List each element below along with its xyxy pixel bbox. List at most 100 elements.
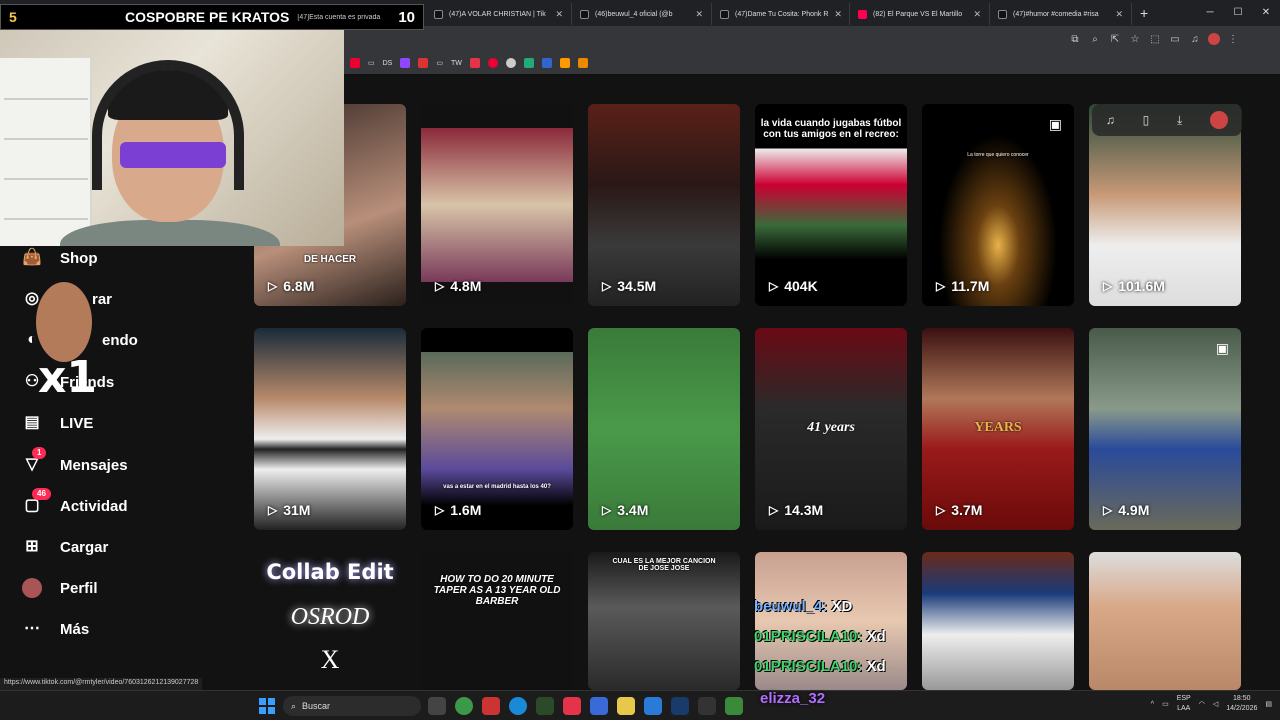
- video-card[interactable]: vas a estar en el madrid hasta los 40? ▷…: [421, 328, 573, 530]
- steam-icon[interactable]: [671, 697, 689, 715]
- app-icon[interactable]: [698, 697, 716, 715]
- bookmark-icon[interactable]: [541, 58, 552, 68]
- video-card[interactable]: HOW TO DO 20 MINUTE TAPER AS A 13 YEAR O…: [421, 552, 573, 690]
- language-indicator[interactable]: ESP LAA: [1177, 694, 1191, 714]
- sidebar-item-more[interactable]: ⋯ Más: [22, 619, 89, 639]
- close-icon[interactable]: ✕: [1115, 9, 1123, 20]
- view-count: ▷ 11.7M: [936, 278, 990, 294]
- sidebar-item-activity[interactable]: ▢ 46 Actividad: [22, 488, 128, 516]
- clock[interactable]: 18:50 14/2/2026: [1226, 694, 1257, 714]
- sidebar-item-live[interactable]: ▤ LIVE: [22, 413, 93, 433]
- view-count: ▷ 6.8M: [268, 278, 315, 294]
- translate-icon[interactable]: ⧉: [1068, 34, 1082, 45]
- bookmark-icon[interactable]: [577, 58, 588, 68]
- browser-tab[interactable]: (47)#humor #comedia #risa ✕: [990, 3, 1132, 25]
- bookmark-ds[interactable]: DS: [383, 60, 393, 67]
- close-icon[interactable]: ✕: [555, 9, 563, 20]
- app-icon[interactable]: [590, 697, 608, 715]
- chrome-icon[interactable]: [455, 697, 473, 715]
- app-icon[interactable]: [536, 697, 554, 715]
- taskbar-search[interactable]: ⌕ Buscar: [283, 696, 421, 716]
- zoom-icon[interactable]: ⌕: [1088, 34, 1102, 45]
- video-card[interactable]: ▷ 3.4M: [588, 328, 740, 530]
- close-icon[interactable]: ✕: [834, 9, 842, 20]
- sidebar-item-profile[interactable]: Perfil: [22, 578, 98, 598]
- notification-icon[interactable]: ▤: [1265, 700, 1272, 708]
- rock-sticker-overlay: x1: [20, 282, 97, 410]
- stream-username-overlay: elizza_32: [760, 690, 826, 707]
- bookmark-icon[interactable]: [469, 58, 480, 68]
- sidebar-item-shop[interactable]: 👜 Shop: [22, 248, 97, 268]
- bookmark-icon[interactable]: [487, 58, 498, 68]
- network-icon[interactable]: ▭: [1162, 700, 1169, 708]
- bookmark-icon[interactable]: [418, 58, 429, 68]
- folder-icon: ▭: [436, 60, 443, 67]
- minimize-button[interactable]: ─: [1196, 0, 1224, 26]
- video-card[interactable]: [922, 552, 1074, 690]
- download-icon[interactable]: ⤓: [1177, 113, 1182, 128]
- video-card[interactable]: ▣ ▷ 4.9M: [1089, 328, 1241, 530]
- video-card[interactable]: CUAL ES LA MEJOR CANCION DE JOSE JOSE: [588, 552, 740, 690]
- new-tab-button[interactable]: +: [1132, 5, 1156, 21]
- sidepanel-icon[interactable]: ▭: [1168, 34, 1182, 45]
- video-card[interactable]: [1089, 552, 1241, 690]
- close-icon[interactable]: ✕: [695, 9, 703, 20]
- video-card[interactable]: la vida cuando jugabas fútbol con tus am…: [755, 104, 907, 306]
- collab-edit-card[interactable]: Collab Edit OSROD X: [254, 560, 406, 675]
- video-card[interactable]: ▷ 34.5M: [588, 104, 740, 306]
- sidebar-item-messages[interactable]: ▽ 1 Mensajes: [22, 447, 128, 475]
- video-card[interactable]: La torre que quiero conocer ▣ ▷ 11.7M: [922, 104, 1074, 306]
- video-card[interactable]: ▷ 31M: [254, 328, 406, 530]
- start-button[interactable]: [259, 698, 275, 714]
- bookmark-icon[interactable]: [559, 58, 570, 68]
- wifi-icon[interactable]: ◠: [1199, 700, 1205, 708]
- left-counter: 5: [9, 9, 17, 25]
- bookmark-star-icon[interactable]: ☆: [1128, 34, 1142, 45]
- extensions-icon[interactable]: ⬚: [1148, 34, 1162, 45]
- app-icon[interactable]: [725, 697, 743, 715]
- app-icon[interactable]: [482, 697, 500, 715]
- twitch-icon[interactable]: [400, 58, 411, 68]
- explorer-icon[interactable]: [617, 697, 635, 715]
- chat-message: 01PRISCILA10: Xd: [754, 658, 886, 675]
- close-icon[interactable]: ✕: [973, 9, 981, 20]
- media-icon[interactable]: ♫: [1188, 34, 1202, 45]
- bookmark-icon[interactable]: [523, 58, 534, 68]
- phone-icon[interactable]: ▯: [1143, 113, 1150, 127]
- view-count: ▷ 31M: [268, 502, 311, 518]
- profile-icon[interactable]: [1208, 33, 1220, 45]
- view-count: ▷ 404K: [769, 278, 818, 294]
- video-card[interactable]: 41 years ▷ 14.3M: [755, 328, 907, 530]
- bookmark-tw[interactable]: TW: [451, 60, 462, 67]
- floating-toolbar: ♫ ▯ ⤓: [1092, 104, 1242, 136]
- volume-icon[interactable]: ◁: [1213, 700, 1218, 708]
- play-icon: ▷: [435, 279, 445, 293]
- browser-tab[interactable]: (46)beuwul_4 oficial (@b ✕: [572, 3, 712, 25]
- app-icon[interactable]: [563, 697, 581, 715]
- music-icon[interactable]: ♫: [1106, 113, 1115, 127]
- chevron-up-icon[interactable]: ^: [1151, 701, 1154, 708]
- bookmark-icon[interactable]: [350, 58, 360, 68]
- sidebar-item-upload[interactable]: ⊞ Cargar: [22, 537, 108, 557]
- menu-icon[interactable]: ⋮: [1226, 34, 1240, 45]
- share-icon[interactable]: ⇱: [1108, 34, 1122, 45]
- view-count: ▷ 3.7M: [936, 502, 983, 518]
- maximize-button[interactable]: ☐: [1224, 0, 1252, 26]
- taskview-icon[interactable]: [428, 697, 446, 715]
- video-card[interactable]: YEARS ▷ 3.7M: [922, 328, 1074, 530]
- youtube-icon: [858, 9, 867, 19]
- video-card[interactable]: ▷ 4.8M: [421, 104, 573, 306]
- browser-tab[interactable]: (82) El Parque VS El Martillo ✕: [850, 3, 990, 25]
- multiplier-text: x1: [38, 352, 97, 403]
- edge-icon[interactable]: [509, 697, 527, 715]
- browser-tab[interactable]: (47)Dame Tu Cosita: Phonk R ✕: [712, 3, 850, 25]
- taskbar-apps: [428, 697, 743, 715]
- app-icon[interactable]: [644, 697, 662, 715]
- video-caption: CUAL ES LA MEJOR CANCION DE JOSE JOSE: [612, 558, 716, 572]
- bookmark-icon[interactable]: [505, 58, 516, 68]
- status-url: https://www.tiktok.com/@rmtyler/video/76…: [0, 678, 203, 690]
- close-window-button[interactable]: ✕: [1252, 0, 1280, 26]
- avatar-icon[interactable]: [1210, 111, 1229, 129]
- play-icon: ▷: [769, 279, 779, 293]
- browser-tab[interactable]: (47)A VOLAR CHRISTIAN | Tik ✕: [426, 3, 572, 25]
